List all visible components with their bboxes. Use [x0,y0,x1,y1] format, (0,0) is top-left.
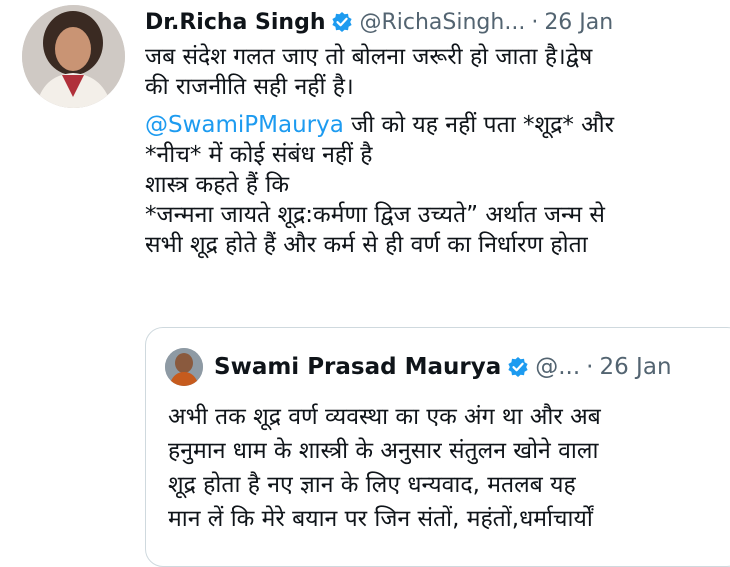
tweet-timestamp[interactable]: 26 Jan [544,10,613,35]
tweet-body-line: *जन्मना जायते शूद्र:कर्मणा द्विज उच्यते”… [145,202,605,228]
quoted-body-line: शूद्र होता है नए ज्ञान के लिए धन्यवाद, म… [168,472,576,498]
quoted-tweet[interactable]: Swami Prasad Maurya @... · 26 Jan अभी तक… [145,327,730,567]
quoted-tweet-header: Swami Prasad Maurya @... · 26 Jan [214,352,730,382]
mention-link[interactable]: @SwamiPMaurya [145,112,344,138]
verified-badge-icon [331,11,353,33]
tweet-body-line: *नीच* में कोई संबंध नहीं है [145,142,373,168]
author-handle[interactable]: @RichaSingh... [359,10,525,35]
tweet-body-line: सभी शूद्र होते हैं और कर्म से ही वर्ण का… [145,232,588,258]
quoted-author-handle[interactable]: @... [535,354,580,380]
header-separator: · [531,9,539,35]
quoted-body-line: हनुमान धाम के शास्त्री के अनुसार संतुलन … [168,438,599,464]
tweet-header: Dr.Richa Singh @RichaSingh... · 26 Jan [145,6,720,38]
tweet-body-line: जब संदेश गलत जाए तो बोलना जरूरी हो जाता … [145,44,593,70]
quoted-tweet-timestamp[interactable]: 26 Jan [599,354,671,380]
tweet-body-line: @SwamiPMaurya जी को यह नहीं पता *शूद्र* … [145,110,724,140]
author-name[interactable]: Dr.Richa Singh [145,10,325,35]
quoted-tweet-body: अभी तक शूद्र वर्ण व्यवस्था का एक अंग था … [168,400,730,536]
quoted-header-separator: · [586,354,594,380]
tweet-card[interactable]: Dr.Richa Singh @RichaSingh... · 26 Jan ज… [0,0,730,567]
tweet-body-line: शास्त्र कहते हैं कि [145,172,289,198]
quoted-body-line: मान लें कि मेरे बयान पर जिन संतों, महंतो… [168,506,593,532]
quoted-author-name[interactable]: Swami Prasad Maurya [214,354,501,380]
tweet-body-line: की राजनीति सही नहीं है। [145,74,354,100]
quoted-body-line: अभी तक शूद्र वर्ण व्यवस्था का एक अंग था … [168,404,601,430]
verified-badge-icon [507,356,529,378]
mention-followup-text: जी को यह नहीं पता *शूद्र* और [343,112,615,138]
tweet-body: जब संदेश गलत जाए तो बोलना जरूरी हो जाता … [145,42,724,260]
author-avatar[interactable] [22,5,125,108]
quoted-author-avatar[interactable] [165,348,203,386]
